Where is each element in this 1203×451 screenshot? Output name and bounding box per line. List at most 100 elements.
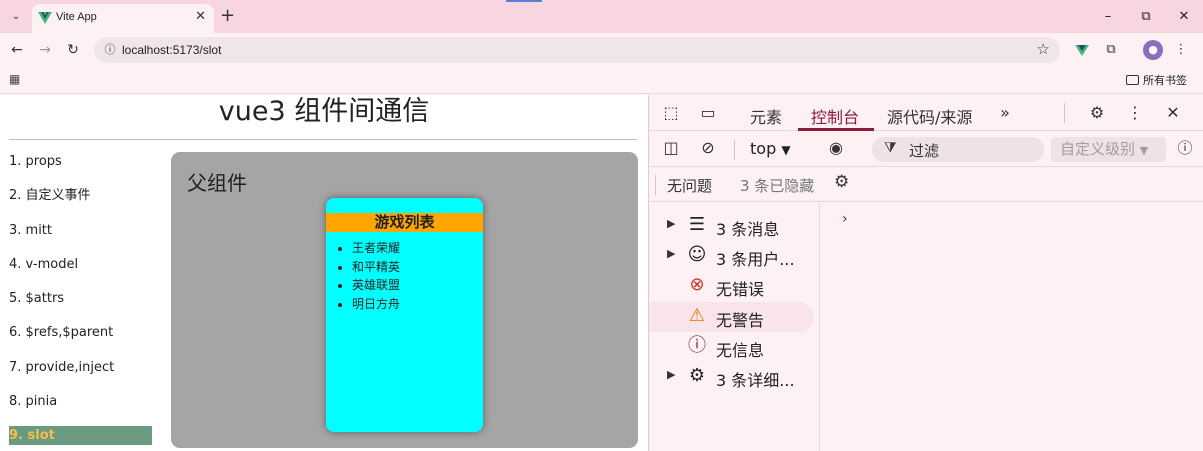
console-sidebar-row[interactable]: ⚠ 无警告: [649, 301, 814, 332]
console-settings-gear-icon[interactable]: ⚙: [834, 172, 849, 192]
tab-strip-accent: [506, 0, 542, 2]
console-filter-input[interactable]: ⧩ 过滤: [872, 137, 1044, 162]
sidebar-row-label: 无信息: [716, 340, 765, 360]
bug-icon: ⚙: [688, 365, 706, 386]
filter-funnel-icon: ⧩: [884, 140, 897, 156]
console-sidebar-row[interactable]: ▶ ☰ 3 条消息: [649, 211, 814, 241]
game-list: 王者荣耀和平精英英雄联盟明日方舟: [326, 239, 483, 313]
issues-count-link[interactable]: 无问题: [667, 175, 712, 196]
log-level-select[interactable]: 自定义级别 ▼: [1051, 137, 1166, 162]
nav-link[interactable]: 6. $refs,$parent: [9, 323, 152, 357]
tab-title: Vite App: [56, 11, 97, 23]
console-prompt-chevron-icon[interactable]: ›: [842, 211, 848, 227]
level-dropdown-icon: ▼: [1139, 144, 1149, 157]
console-sidebar-row[interactable]: ⓘ 无信息: [649, 332, 814, 362]
restore-icon[interactable]: ⧉: [1127, 0, 1165, 33]
clear-console-icon[interactable]: ⊘: [697, 137, 719, 159]
nav-link[interactable]: 9. slot: [9, 426, 152, 446]
filter-separator: [734, 140, 735, 160]
nav-link[interactable]: 4. v-model: [9, 255, 152, 289]
parent-component-title: 父组件: [187, 171, 247, 195]
browser-menu-icon[interactable]: ⋮: [1171, 40, 1191, 60]
user-icon: ☺: [687, 244, 707, 266]
address-bar[interactable]: ⓘ localhost:5173/slot ☆: [94, 37, 1060, 63]
sidebar-toggle-icon[interactable]: ◫: [660, 137, 682, 159]
devtools-menu-icon[interactable]: ⋮: [1124, 102, 1146, 124]
device-toolbar-icon[interactable]: ▭: [697, 102, 719, 124]
all-bookmarks-folder[interactable]: 所有书签: [1126, 72, 1187, 88]
issues-separator: [655, 175, 656, 195]
back-icon[interactable]: ←: [6, 39, 28, 61]
sidebar-row-label: 3 条详细...: [716, 371, 795, 390]
expand-arrow-icon[interactable]: ▶: [667, 247, 675, 260]
error-icon: ⊗: [689, 274, 705, 296]
sidebar-row-label: 无错误: [716, 280, 765, 300]
live-expression-eye-icon[interactable]: ◉: [825, 137, 847, 159]
nav-link[interactable]: 1. props: [9, 152, 152, 186]
nav-link[interactable]: 7. provide,inject: [9, 358, 152, 392]
tab-sources[interactable]: 源代码/来源: [887, 104, 972, 128]
tab-elements[interactable]: 元素: [750, 104, 782, 128]
console-sidebar-row[interactable]: ⊗ 无错误: [649, 271, 814, 301]
nav-link[interactable]: 8. pinia: [9, 392, 152, 426]
filter-placeholder: 过滤: [909, 142, 940, 160]
sidebar-row-label: 无警告: [716, 310, 765, 330]
warning-icon: ⚠: [688, 304, 706, 326]
sidebar-row-label: 3 条消息: [716, 220, 780, 239]
reload-icon[interactable]: ↻: [62, 39, 84, 61]
web-page: vue3 组件间通信 1. props 2. 自定义事件 3. mitt 4. v-m…: [0, 95, 648, 451]
hidden-count-text: 3 条已隐藏: [740, 177, 815, 195]
settings-gear-icon[interactable]: ⚙: [1086, 102, 1108, 124]
console-filter-bar: ◫ ⊘ top ▼ ◉ ⧩ 过滤 自定义级别 ▼ ⓘ: [649, 132, 1203, 167]
profile-avatar[interactable]: ●: [1143, 40, 1163, 60]
minimize-icon[interactable]: –: [1089, 0, 1127, 33]
forward-icon[interactable]: →: [34, 39, 56, 61]
apps-grid-icon[interactable]: ▦: [9, 72, 20, 86]
console-sidebar: ▶ ☰ 3 条消息 ▶ ☺ 3 条用户... ⊗ 无错误 ⚠ 无警告 ⓘ 无信息 ▶ ⚙ 3 条详细...: [649, 203, 820, 451]
new-tab-button[interactable]: +: [220, 5, 235, 26]
close-devtools-icon[interactable]: ✕: [1162, 102, 1184, 124]
browser-tab-strip: ⌄ Vite App ✕ + – ⧉ ✕: [0, 0, 1203, 33]
game-list-title: 游戏列表: [326, 213, 483, 232]
route-nav: 1. props 2. 自定义事件 3. mitt 4. v-model 5. $att…: [9, 152, 152, 446]
vue-devtools-extension-icon[interactable]: [1072, 40, 1092, 60]
more-tabs-icon[interactable]: »: [994, 102, 1016, 124]
nav-link[interactable]: 2. 自定义事件: [9, 186, 152, 220]
active-tab-indicator: [798, 128, 874, 131]
console-sidebar-row[interactable]: ▶ ⚙ 3 条详细...: [649, 362, 814, 392]
expand-arrow-icon[interactable]: ▶: [667, 217, 675, 230]
extensions-icon[interactable]: ⧉: [1101, 40, 1121, 60]
game-list-item: 英雄联盟: [352, 276, 483, 295]
nav-link[interactable]: 5. $attrs: [9, 289, 152, 323]
console-sidebar-row[interactable]: ▶ ☺ 3 条用户...: [649, 241, 814, 271]
log-level-label: 自定义级别: [1060, 140, 1136, 158]
browser-toolbar: ← → ↻ ⓘ localhost:5173/slot ☆ ⧉ ● ⋮: [0, 33, 1203, 66]
nav-link[interactable]: 3. mitt: [9, 221, 152, 255]
tab-search-icon[interactable]: ⌄: [6, 7, 26, 27]
site-info-icon[interactable]: ⓘ: [101, 41, 119, 59]
game-list-item: 和平精英: [352, 258, 483, 277]
tab-close-icon[interactable]: ✕: [195, 9, 206, 24]
folder-icon: [1126, 75, 1139, 85]
url-text[interactable]: localhost:5173/slot: [122, 43, 221, 57]
page-title: vue3 组件间通信: [218, 96, 430, 127]
game-list-item: 明日方舟: [352, 295, 483, 314]
expand-arrow-icon[interactable]: ▶: [667, 368, 675, 381]
bookmarks-bar: ▦ 所有书签: [0, 66, 1203, 94]
close-window-icon[interactable]: ✕: [1165, 0, 1203, 33]
sidebar-row-label: 3 条用户...: [716, 250, 795, 270]
parent-component-box: 父组件 游戏列表 王者荣耀和平精英英雄联盟明日方舟: [171, 152, 638, 448]
window-controls: – ⧉ ✕: [1089, 0, 1203, 33]
context-selector[interactable]: top ▼: [750, 139, 791, 158]
console-info-icon[interactable]: ⓘ: [1174, 137, 1196, 159]
inspect-element-icon[interactable]: ⬚: [660, 102, 682, 124]
dropdown-arrow-icon: ▼: [781, 143, 791, 157]
issues-bar: 无问题 3 条已隐藏 ⚙: [649, 167, 1203, 202]
bookmark-star-icon[interactable]: ☆: [1037, 40, 1050, 58]
tab-console[interactable]: 控制台: [811, 104, 859, 128]
browser-tab[interactable]: Vite App ✕: [32, 4, 214, 33]
devtools-panel: ⬚ ▭ 元素 控制台 源代码/来源 » ⚙ ⋮ ✕ ◫ ⊘ top ▼ ◉ ⧩ …: [648, 95, 1203, 451]
bookmarks-folder-label: 所有书签: [1143, 74, 1187, 87]
game-list-card: 游戏列表 王者荣耀和平精英英雄联盟明日方舟: [326, 198, 483, 432]
info-icon: ⓘ: [688, 334, 706, 356]
